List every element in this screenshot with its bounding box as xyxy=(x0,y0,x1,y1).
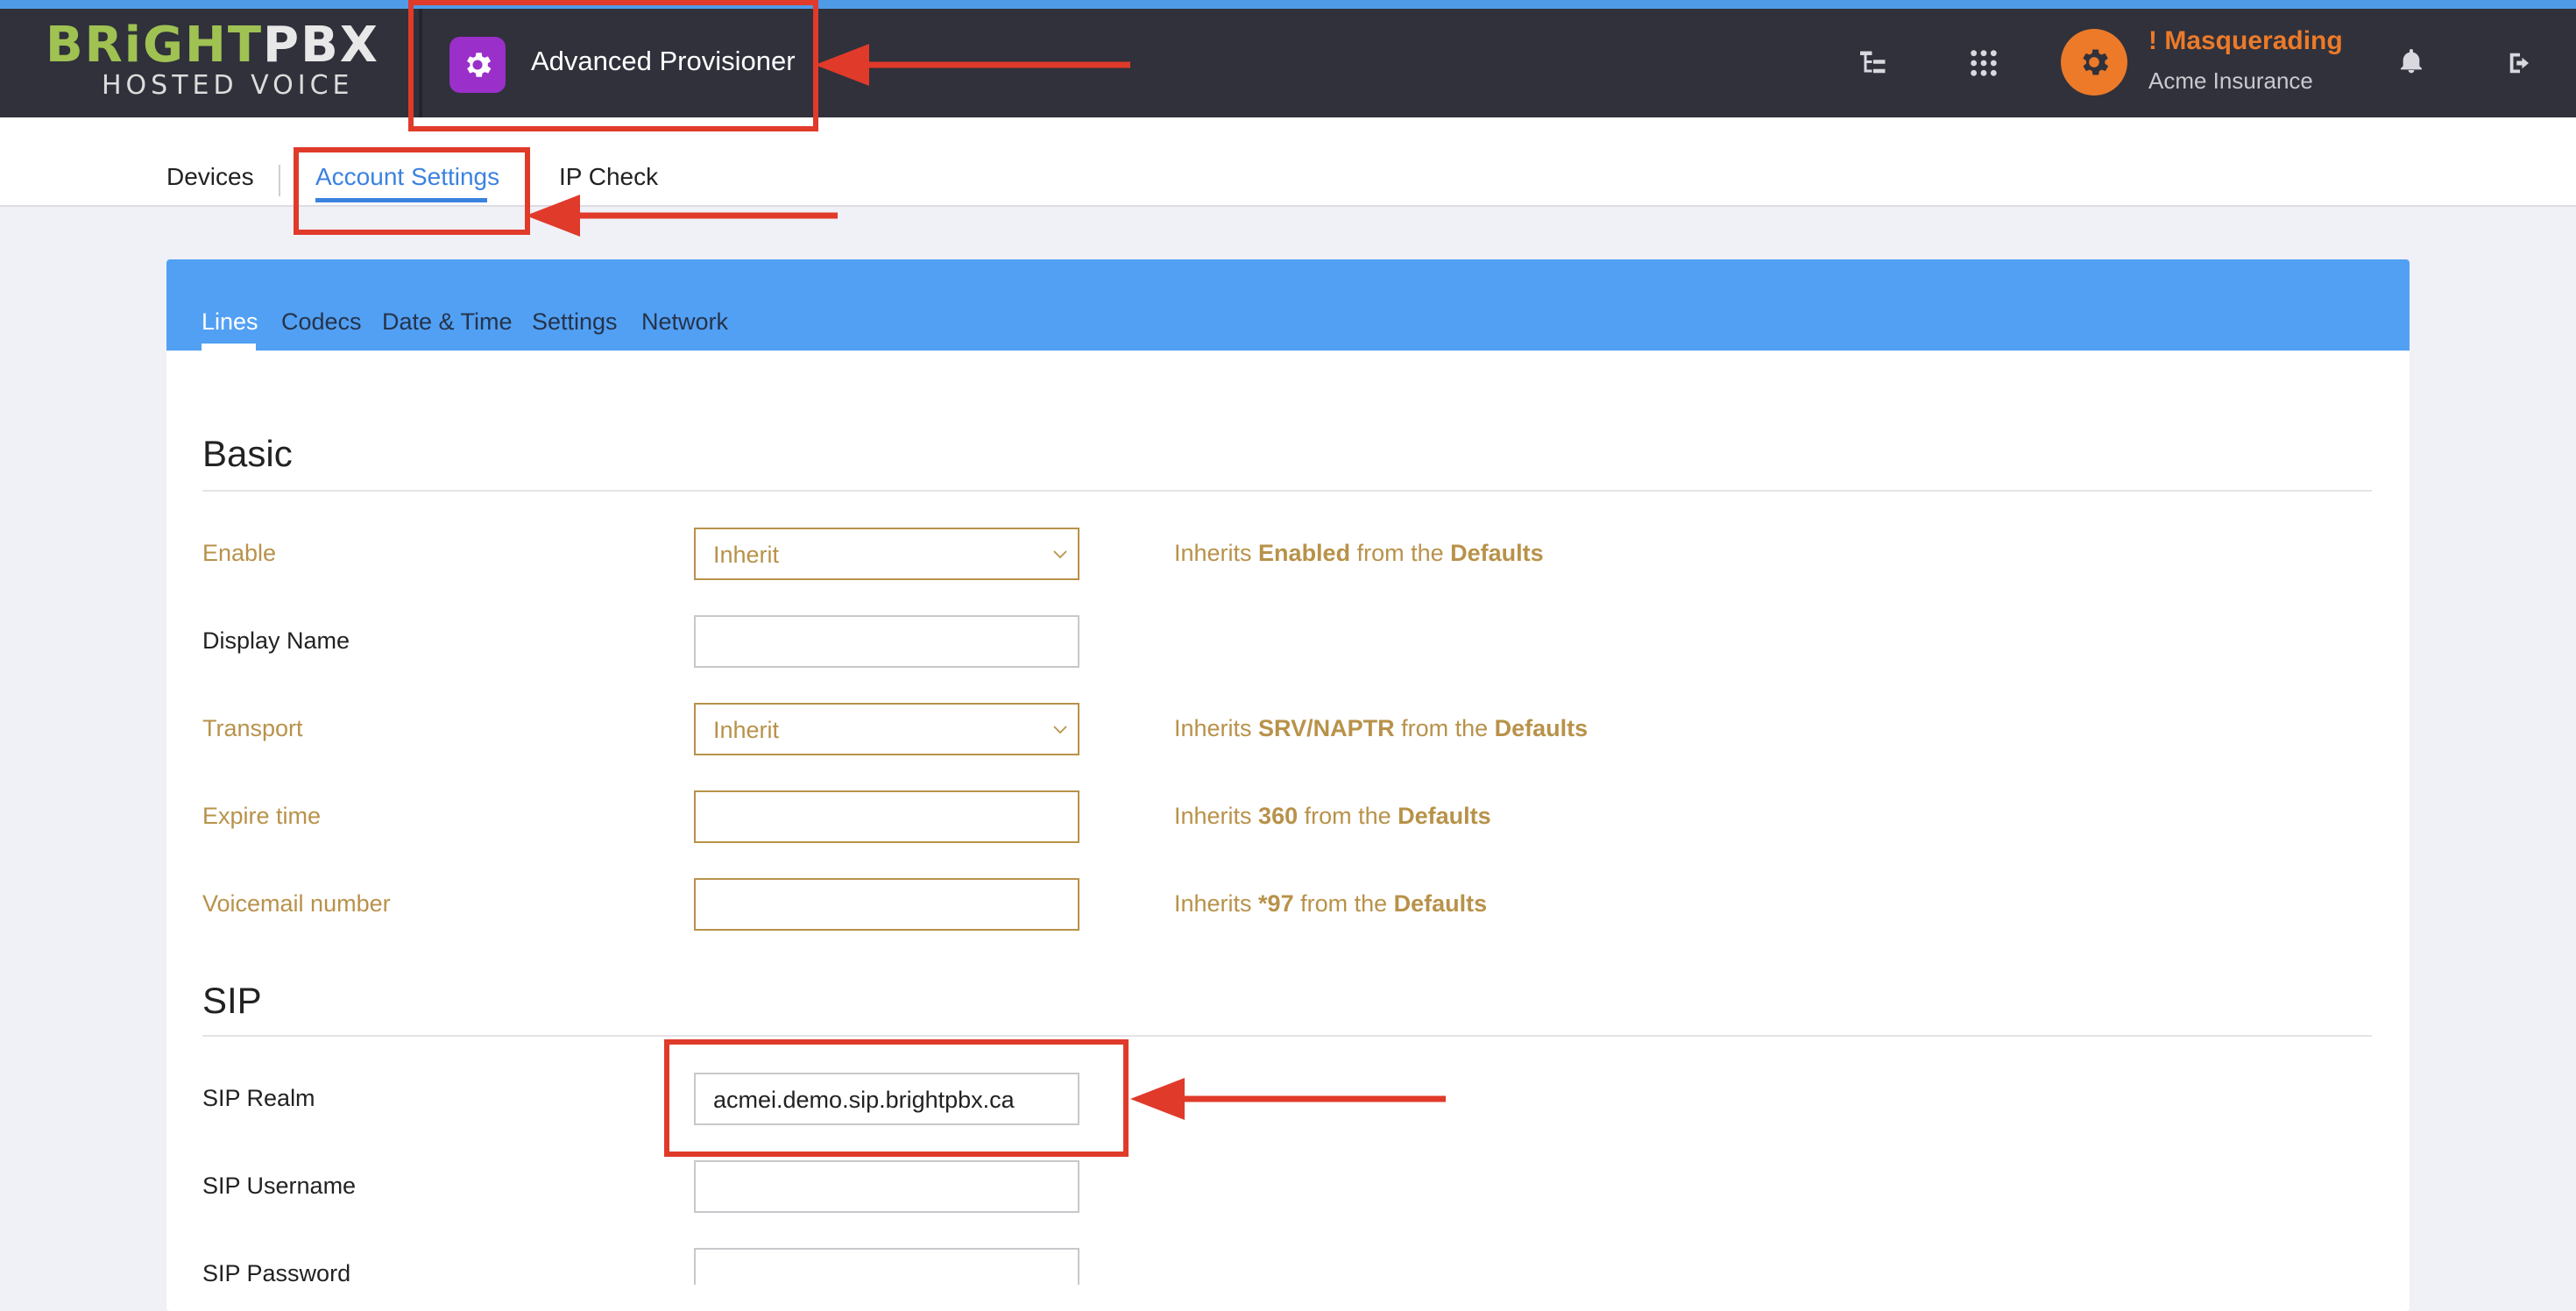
enable-select[interactable]: Inherit xyxy=(694,528,1079,580)
annotation-arrow-app-title xyxy=(815,44,1130,86)
chevron-down-icon xyxy=(1053,726,1067,734)
top-accent-stripe xyxy=(0,0,2576,9)
sip-password-label: SIP Password xyxy=(202,1260,351,1286)
top-bar xyxy=(0,9,2576,117)
tab-devices[interactable]: Devices xyxy=(166,163,254,191)
tab-ip-check[interactable]: IP Check xyxy=(559,163,658,191)
subtab-codecs[interactable]: Codecs xyxy=(281,308,362,336)
sip-username-label: SIP Username xyxy=(202,1173,357,1199)
subtab-lines[interactable]: Lines xyxy=(202,308,258,336)
masquerading-label[interactable]: ! Masquerading xyxy=(2148,26,2343,56)
brightpbx-logo[interactable]: BRiGHTPBX HOSTED VOICE xyxy=(46,19,379,103)
annotation-arrow-sip-realm xyxy=(1130,1078,1446,1120)
section-divider xyxy=(202,1035,2372,1037)
section-divider xyxy=(202,490,2372,492)
enable-inherit-hint: Inherits Enabled from the Defaults xyxy=(1174,540,1544,566)
annotation-box-account-settings xyxy=(294,147,530,235)
subtab-date-time[interactable]: Date & Time xyxy=(382,308,513,336)
enable-label: Enable xyxy=(202,540,277,566)
logout-icon[interactable] xyxy=(2502,46,2537,81)
enable-select-value: Inherit xyxy=(713,542,780,568)
expire-time-inherit-hint: Inherits 360 from the Defaults xyxy=(1174,803,1491,829)
annotation-arrow-account-settings xyxy=(526,195,838,237)
transport-label: Transport xyxy=(202,715,303,741)
bell-icon[interactable] xyxy=(2394,44,2429,79)
section-title-basic: Basic xyxy=(202,433,293,474)
settings-card xyxy=(166,259,2410,1311)
subtab-network[interactable]: Network xyxy=(641,308,728,336)
section-title-sip: SIP xyxy=(202,980,262,1021)
sip-realm-label: SIP Realm xyxy=(202,1085,315,1111)
expire-time-label: Expire time xyxy=(202,803,322,829)
masquerade-account-name: Acme Insurance xyxy=(2148,67,2313,94)
apps-grid-icon[interactable] xyxy=(1966,46,2001,81)
logo-wordmark: BRiGHTPBX xyxy=(46,17,379,74)
logo-tagline: HOSTED VOICE xyxy=(102,70,354,101)
sip-password-input[interactable] xyxy=(694,1248,1079,1285)
settings-card-header xyxy=(166,259,2410,351)
voicemail-number-label: Voicemail number xyxy=(202,890,391,917)
transport-select[interactable]: Inherit xyxy=(694,703,1079,755)
display-name-label: Display Name xyxy=(202,627,350,654)
annotation-box-sip-realm xyxy=(664,1039,1129,1157)
annotation-box-app-title xyxy=(408,0,818,131)
transport-select-value: Inherit xyxy=(713,717,780,743)
voicemail-number-inherit-hint: Inherits *97 from the Defaults xyxy=(1174,890,1488,917)
voicemail-number-input[interactable] xyxy=(694,878,1079,931)
sip-username-input[interactable] xyxy=(694,1160,1079,1213)
tree-icon[interactable] xyxy=(1856,46,1891,81)
display-name-input[interactable] xyxy=(694,615,1079,668)
expire-time-input[interactable] xyxy=(694,790,1079,843)
nav-divider xyxy=(279,165,280,196)
subtab-settings[interactable]: Settings xyxy=(532,308,618,336)
masquerade-gear-icon[interactable] xyxy=(2061,29,2127,96)
transport-inherit-hint: Inherits SRV/NAPTR from the Defaults xyxy=(1174,715,1589,741)
chevron-down-icon xyxy=(1053,550,1067,559)
active-subtab-underline xyxy=(202,344,256,351)
